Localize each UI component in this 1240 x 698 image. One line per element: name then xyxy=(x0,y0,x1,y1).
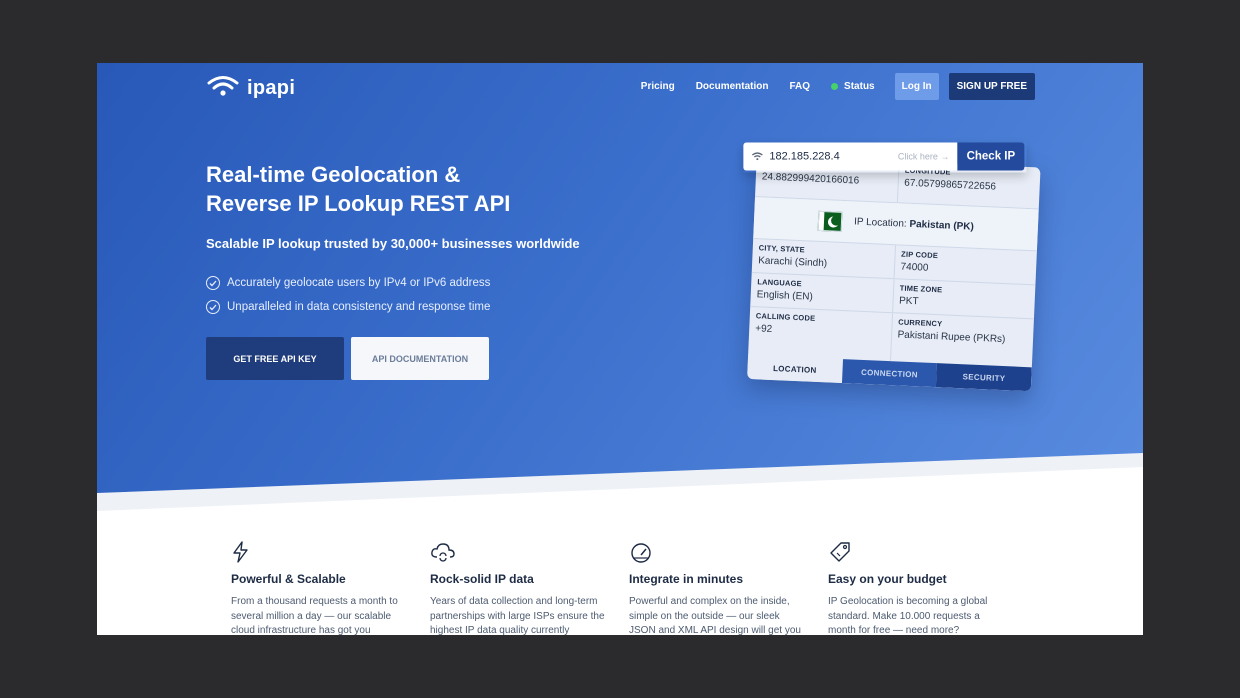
feature-card: Integrate in minutes Powerful and comple… xyxy=(629,541,809,635)
check-item-text: Accurately geolocate users by IPv4 or IP… xyxy=(227,277,491,289)
wifi-small-icon xyxy=(751,148,763,166)
check-item-text: Unparalleled in data consistency and res… xyxy=(227,301,491,313)
zip-value: 74000 xyxy=(900,261,929,274)
nav-faq-link[interactable]: FAQ xyxy=(789,81,810,92)
tab-security[interactable]: SECURITY xyxy=(936,363,1032,392)
ip-location-text: IP Location: Pakistan (PK) xyxy=(854,216,974,232)
check-ip-button[interactable]: Check IP xyxy=(957,142,1025,171)
headline-line-2: Reverse IP Lookup REST API xyxy=(206,191,511,216)
ip-search-bar: 182.185.228.4 Click here → Check IP xyxy=(743,142,1026,173)
brand-logo[interactable]: ipapi xyxy=(207,75,295,102)
hero-bottom-divider xyxy=(97,453,1143,523)
gauge-icon xyxy=(629,541,809,563)
get-free-api-key-button[interactable]: GET FREE API KEY xyxy=(206,337,344,380)
nav-documentation-link[interactable]: Documentation xyxy=(696,81,769,92)
latitude-value: 24.882999420166016 xyxy=(761,171,860,187)
currency-value: Pakistani Rupee (PKRs) xyxy=(897,329,1006,346)
brand-name: ipapi xyxy=(247,77,296,99)
feature-text: Powerful and complex on the inside, simp… xyxy=(629,596,801,635)
signup-button[interactable]: SIGN UP FREE xyxy=(948,73,1035,100)
arrow-right-icon: → xyxy=(940,151,950,162)
ip-location-label: IP Location: xyxy=(853,216,907,230)
language-cell: LANGUAGE English (EN) xyxy=(750,273,895,313)
feature-check-list: Accurately geolocate users by IPv4 or IP… xyxy=(206,271,490,319)
check-circle-icon xyxy=(206,300,220,314)
ip-location-value: Pakistan (PK) xyxy=(909,218,975,233)
check-item: Accurately geolocate users by IPv4 or IP… xyxy=(206,271,490,295)
feature-card: Powerful & Scalable From a thousand requ… xyxy=(231,541,411,635)
feature-text: IP Geolocation is becoming a global stan… xyxy=(828,596,988,635)
calling-code-cell: CALLING CODE +92 xyxy=(748,306,893,362)
city-value: Karachi (Sindh) xyxy=(757,255,828,270)
hero-subhead: Scalable IP lookup trusted by 30,000+ bu… xyxy=(206,236,580,251)
feature-title: Rock-solid IP data xyxy=(430,572,534,586)
login-button[interactable]: Log In xyxy=(894,73,939,100)
top-nav: ipapi Pricing Documentation FAQ Status L… xyxy=(97,73,1143,101)
language-value: English (EN) xyxy=(756,289,814,303)
timezone-value: PKT xyxy=(898,295,919,308)
status-label: Status xyxy=(844,81,875,92)
wifi-icon xyxy=(207,75,239,102)
ip-input-value: 182.185.228.4 xyxy=(769,150,840,163)
check-circle-icon xyxy=(206,276,220,290)
status-dot-icon xyxy=(831,83,839,90)
ip-input[interactable]: 182.185.228.4 Click here → xyxy=(743,142,958,171)
zip-cell: ZIP CODE 74000 xyxy=(894,245,1037,284)
longitude-value: 67.05799865722656 xyxy=(904,177,997,193)
features-section: Powerful & Scalable From a thousand requ… xyxy=(231,541,1008,635)
feature-title: Easy on your budget xyxy=(828,572,947,586)
nav-links: Pricing Documentation FAQ Status Log In … xyxy=(620,73,1035,100)
nav-status-link[interactable]: Status xyxy=(831,81,875,92)
currency-cell: CURRENCY Pakistani Rupee (PKRs) xyxy=(890,313,1033,367)
calling-code-value: +92 xyxy=(755,323,773,335)
pakistan-flag-icon xyxy=(817,210,843,232)
ip-lookup-widget: LATITUDE 24.882999420166016 LONGITUDE 67… xyxy=(732,139,1043,412)
feature-card: Easy on your budget IP Geolocation is be… xyxy=(828,541,1008,635)
lightning-icon xyxy=(231,541,411,563)
timezone-cell: TIME ZONE PKT xyxy=(893,279,1036,318)
city-cell: CITY, STATE Karachi (Sindh) xyxy=(751,239,896,279)
api-documentation-button[interactable]: API DOCUMENTATION xyxy=(351,337,489,380)
cloud-sync-icon xyxy=(430,541,610,563)
browser-viewport: ipapi Pricing Documentation FAQ Status L… xyxy=(97,63,1143,635)
tab-connection[interactable]: CONNECTION xyxy=(841,359,938,388)
feature-text: Years of data collection and long-term p… xyxy=(430,596,605,635)
check-item: Unparalleled in data consistency and res… xyxy=(206,295,490,319)
feature-title: Integrate in minutes xyxy=(629,572,744,586)
feature-card: Rock-solid IP data Years of data collect… xyxy=(430,541,610,635)
page-title: Real-time Geolocation & Reverse IP Looku… xyxy=(206,160,606,218)
feature-text: From a thousand requests a month to seve… xyxy=(231,596,398,635)
nav-pricing-link[interactable]: Pricing xyxy=(641,81,675,92)
feature-title: Powerful & Scalable xyxy=(231,572,346,586)
headline-line-1: Real-time Geolocation & xyxy=(206,162,461,187)
tag-icon xyxy=(828,541,1008,563)
ip-result-card: LATITUDE 24.882999420166016 LONGITUDE 67… xyxy=(747,155,1041,392)
click-here-text: Click here xyxy=(897,151,938,162)
tab-location[interactable]: LOCATION xyxy=(747,354,843,384)
click-here-hint: Click here → xyxy=(898,152,950,162)
